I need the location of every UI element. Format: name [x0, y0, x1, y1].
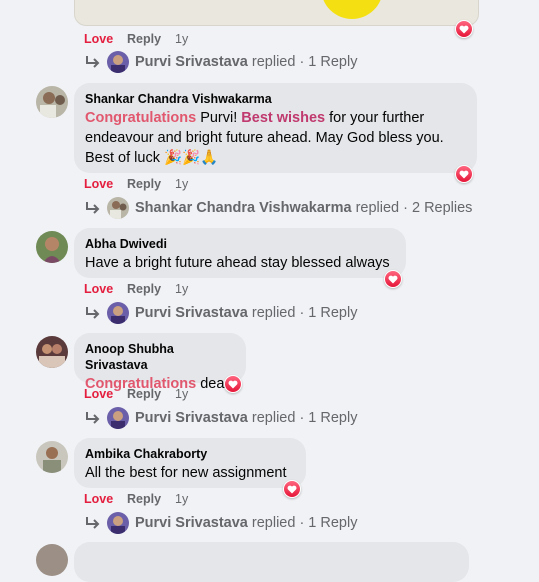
reply-link[interactable]: Reply	[127, 491, 175, 507]
comment-time[interactable]: 1y	[175, 31, 188, 47]
text-part: Best of luck 🎉🎉🙏	[85, 150, 219, 166]
view-replies[interactable]: Purvi Srivastava replied · 1 Reply	[84, 407, 358, 429]
love-link[interactable]: Love	[84, 491, 127, 507]
text-part: for your further	[325, 110, 425, 126]
reaction-badge[interactable]	[455, 20, 473, 38]
replier-name: Purvi Srivastava	[135, 305, 248, 321]
avatar[interactable]	[36, 86, 68, 118]
avatar[interactable]	[36, 544, 68, 576]
reaction-badge[interactable]	[224, 375, 242, 393]
heart-icon	[225, 376, 241, 392]
love-link[interactable]: Love	[84, 31, 127, 47]
reply-link[interactable]: Reply	[127, 176, 175, 192]
comment-author[interactable]: Ambika Chakraborty	[85, 446, 294, 462]
avatar[interactable]	[36, 231, 68, 263]
heart-icon	[456, 166, 472, 182]
reply-arrow-icon	[86, 517, 100, 529]
comment-bubble: Shankar Chandra Vishwakarma Congratulati…	[74, 83, 477, 173]
love-link[interactable]: Love	[84, 386, 127, 402]
avatar[interactable]	[36, 441, 68, 473]
comment-bubble: Ambika Chakraborty All the best for new …	[74, 438, 306, 488]
comment-actions: Love Reply 1y	[84, 176, 188, 192]
avatar	[107, 51, 129, 73]
attachment-image-graphic	[321, 0, 383, 19]
comment-text: All the best for new assignment	[85, 465, 287, 481]
view-replies[interactable]: Purvi Srivastava replied · 1 Reply	[84, 512, 358, 534]
reply-arrow-icon	[86, 202, 100, 214]
reply-count: replied · 1 Reply	[251, 54, 358, 70]
highlight-word: Congratulations	[85, 110, 197, 126]
love-link[interactable]: Love	[84, 176, 127, 192]
comment-text: Have a bright future ahead stay blessed …	[85, 255, 390, 271]
comment-time[interactable]: 1y	[175, 281, 188, 297]
reply-arrow-icon	[86, 56, 100, 68]
comment-actions: Love Reply 1y	[84, 386, 188, 402]
reaction-badge[interactable]	[384, 270, 402, 288]
comment-author[interactable]: Abha Dwivedi	[85, 236, 394, 252]
comment-bubble: Abha Dwivedi Have a bright future ahead …	[74, 228, 406, 278]
comment-actions: Love Reply 1y	[84, 281, 188, 297]
heart-icon	[284, 481, 300, 497]
highlight-word: Best wishes	[241, 110, 326, 126]
reaction-badge[interactable]	[455, 165, 473, 183]
text-part: Purvi!	[196, 110, 242, 126]
avatar	[107, 302, 129, 324]
attachment-preview[interactable]	[74, 0, 479, 26]
heart-icon	[385, 271, 401, 287]
replier-name: Shankar Chandra Vishwakarma	[135, 200, 352, 216]
replier-name: Purvi Srivastava	[135, 515, 248, 531]
comment-time[interactable]: 1y	[175, 176, 188, 192]
comment-actions: Love Reply 1y	[84, 31, 188, 47]
comment-bubble	[74, 542, 469, 582]
reply-arrow-icon	[86, 412, 100, 424]
view-replies[interactable]: Shankar Chandra Vishwakarma replied · 2 …	[84, 197, 473, 219]
love-link[interactable]: Love	[84, 281, 127, 297]
replier-name: Purvi Srivastava	[135, 410, 248, 426]
avatar	[107, 512, 129, 534]
reaction-badge[interactable]	[283, 480, 301, 498]
view-replies[interactable]: Purvi Srivastava replied · 1 Reply	[84, 51, 358, 73]
reply-count: replied · 1 Reply	[251, 305, 358, 321]
avatar	[107, 407, 129, 429]
text-part: endeavour and bright future ahead. May G…	[85, 130, 444, 146]
avatar[interactable]	[36, 336, 68, 368]
comment-author[interactable]: Anoop Shubha Srivastava	[85, 341, 234, 373]
reply-arrow-icon	[86, 307, 100, 319]
comment-text: Congratulations Purvi! Best wishes for y…	[85, 108, 465, 168]
reply-link[interactable]: Reply	[127, 281, 175, 297]
reply-count: replied · 1 Reply	[251, 515, 358, 531]
replier-name: Purvi Srivastava	[135, 54, 248, 70]
reply-link[interactable]: Reply	[127, 386, 175, 402]
comment-time[interactable]: 1y	[175, 386, 188, 402]
reply-count: replied · 1 Reply	[251, 410, 358, 426]
comment-bubble: Anoop Shubha Srivastava Congratulations …	[74, 333, 246, 392]
heart-icon	[456, 21, 472, 37]
comment-time[interactable]: 1y	[175, 491, 188, 507]
reply-count: replied · 2 Replies	[355, 200, 473, 216]
view-replies[interactable]: Purvi Srivastava replied · 1 Reply	[84, 302, 358, 324]
comment-author[interactable]: Shankar Chandra Vishwakarma	[85, 91, 465, 107]
avatar	[107, 197, 129, 219]
comment-actions: Love Reply 1y	[84, 491, 188, 507]
reply-link[interactable]: Reply	[127, 31, 175, 47]
